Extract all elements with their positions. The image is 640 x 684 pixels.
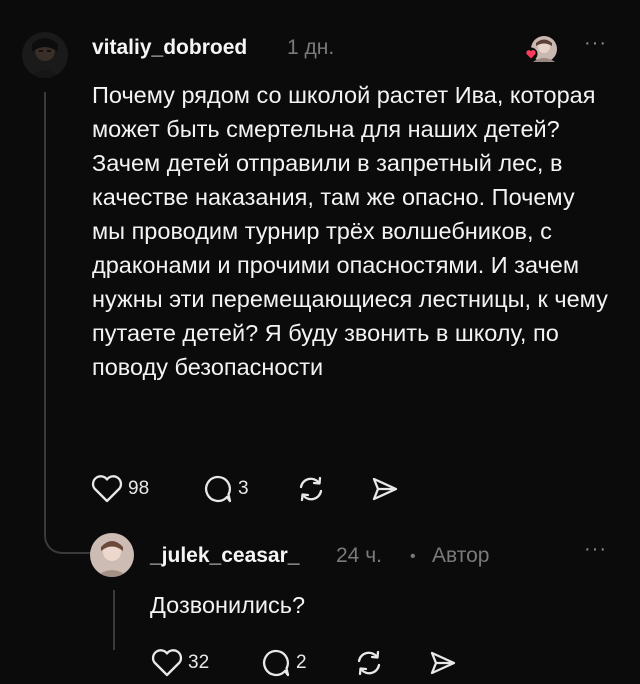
reply-text: Дозвонились?: [150, 592, 306, 618]
liked-by-avatar[interactable]: [524, 34, 560, 64]
reply-timestamp: 24 ч.: [336, 544, 382, 567]
repost-icon: [354, 648, 384, 678]
post-more-options-button[interactable]: ···: [584, 32, 607, 55]
like-count: 98: [128, 478, 150, 499]
reply-repost-button[interactable]: [354, 648, 384, 678]
reply-more-options-button[interactable]: ···: [584, 538, 607, 561]
reply-thread-line: [113, 590, 115, 650]
meta-separator: •: [410, 548, 416, 565]
comment-button[interactable]: 3: [200, 474, 249, 504]
post-author-avatar[interactable]: [22, 32, 68, 78]
post-timestamp: 1 дн.: [287, 36, 335, 59]
heart-badge-icon: [524, 47, 538, 61]
post-username[interactable]: vitaliy_dobroed: [92, 36, 247, 60]
comment-count: 3: [238, 478, 249, 499]
thread-line-vertical: [44, 92, 46, 532]
reply-share-button[interactable]: [428, 648, 458, 678]
reply-comment-count: 2: [296, 652, 307, 673]
reply-comment-button[interactable]: 2: [258, 648, 307, 678]
thread-line-curve: [44, 530, 92, 554]
repost-icon: [296, 474, 326, 504]
send-icon: [428, 648, 458, 678]
send-icon: [370, 474, 400, 504]
repost-button[interactable]: [296, 474, 326, 504]
author-badge: Автор: [432, 544, 490, 567]
heart-icon: [90, 474, 124, 504]
heart-icon: [150, 648, 184, 678]
post-text: Почему рядом со школой растет Ива, котор…: [92, 82, 608, 380]
comment-bubble-icon: [200, 474, 234, 504]
share-button[interactable]: [370, 474, 400, 504]
reply-like-button[interactable]: 32: [150, 648, 209, 678]
like-button[interactable]: 98: [90, 474, 149, 504]
comment-bubble-icon: [258, 648, 292, 678]
reply-author-avatar[interactable]: [90, 533, 134, 577]
reply-username[interactable]: _julek_ceasar_: [150, 544, 299, 568]
reply-like-count: 32: [188, 652, 210, 673]
